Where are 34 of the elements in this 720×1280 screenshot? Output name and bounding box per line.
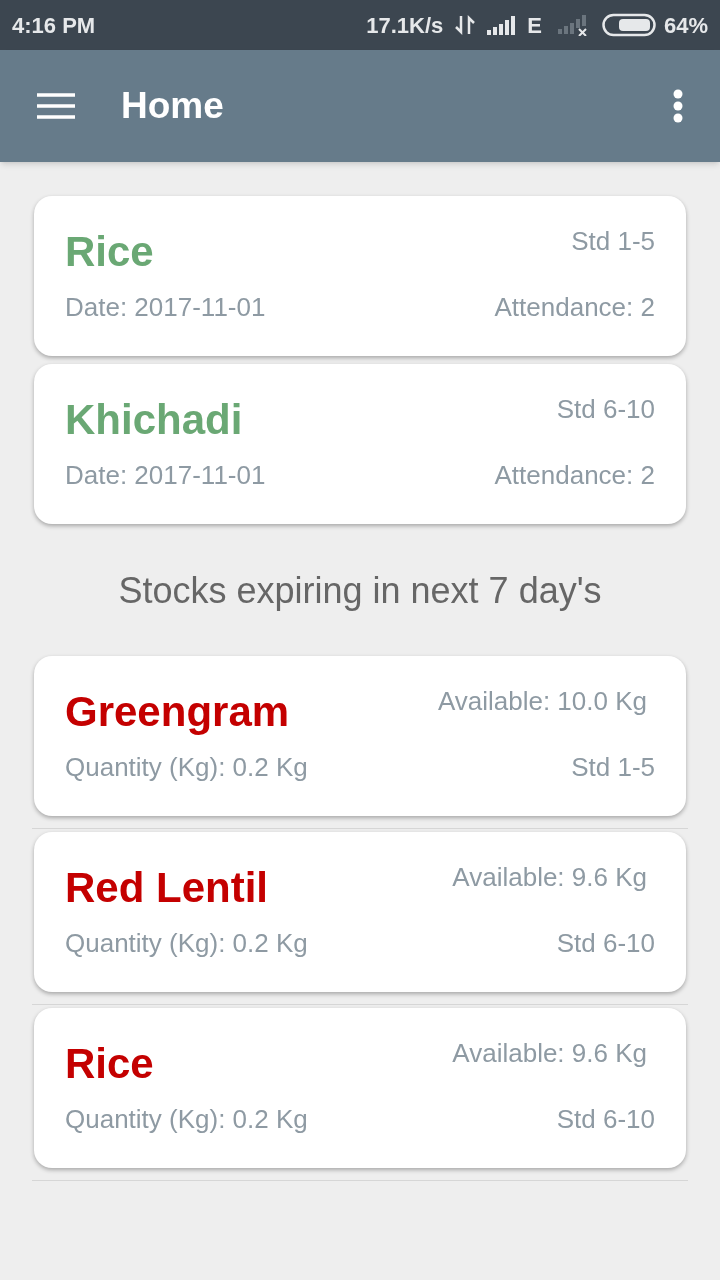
status-time: 4:16 PM	[12, 11, 96, 40]
item-detail: Available: 9.6 Kg	[452, 862, 647, 892]
network-speed: 17.1K/s	[366, 11, 444, 40]
item-name: Red Lentil	[65, 863, 268, 913]
battery-icon	[601, 13, 656, 37]
item-detail: Attendance: 2	[494, 459, 655, 492]
data-transfer-icon	[455, 14, 476, 36]
item-detail: Attendance: 2	[494, 291, 655, 324]
item-detail: Quantity (Kg): 0.2 Kg	[65, 751, 308, 784]
item-detail: Date: 2017-11-01	[65, 459, 266, 492]
item-card[interactable]: Red Lentil Available: 9.6 Kg Quantity (Kg): 0.2 Kg Std 6-10	[34, 832, 686, 992]
network-type: E	[527, 11, 542, 40]
item-detail: Quantity (Kg): 0.2 Kg	[65, 1103, 308, 1136]
item-detail: Std 6-10	[556, 927, 655, 960]
item-detail: Std 6-10	[556, 394, 655, 424]
item-detail: Date: 2017-11-01	[65, 291, 266, 324]
item-name: Rice	[65, 227, 154, 277]
more-options-icon[interactable]	[673, 89, 683, 123]
app-title: Home	[121, 84, 224, 129]
item-name: Greengram	[65, 687, 290, 737]
no-signal-icon	[557, 14, 590, 36]
item-name: Khichadi	[65, 395, 243, 445]
item-detail: Available: 10.0 Kg	[437, 686, 647, 716]
battery-percentage: 64%	[663, 11, 708, 40]
item-detail: Std 1-5	[571, 226, 655, 256]
item-card[interactable]: Greengram Available: 10.0 Kg Quantity (Kg): 0.2 Kg Std 1-5	[34, 656, 686, 816]
section-heading: Stocks expiring in next 7 day's	[118, 569, 602, 613]
item-detail: Std 6-10	[556, 1103, 655, 1136]
item-detail: Available: 9.6 Kg	[452, 1038, 647, 1068]
item-name: Rice	[65, 1039, 154, 1089]
item-detail: Quantity (Kg): 0.2 Kg	[65, 927, 308, 960]
item-card[interactable]: Rice Available: 9.6 Kg Quantity (Kg): 0.2 Kg Std 6-10	[34, 1008, 686, 1168]
menu-icon[interactable]	[37, 92, 75, 120]
item-detail: Std 1-5	[571, 751, 655, 784]
